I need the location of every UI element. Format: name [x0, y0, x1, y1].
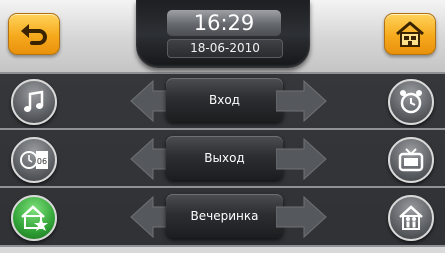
scenario-row-2: 06 Выход: [0, 131, 445, 187]
next-arrow[interactable]: [276, 137, 328, 181]
scenario-button-party[interactable]: Вечеринка: [166, 194, 283, 238]
row-divider: [0, 186, 445, 188]
tv-button[interactable]: [388, 137, 434, 183]
scenario-button-enter[interactable]: Вход: [166, 78, 283, 122]
tv-icon: [398, 148, 424, 172]
music-button[interactable]: [11, 79, 57, 125]
date-display: 18-06-2010: [167, 39, 283, 58]
party-scenario-active-button[interactable]: [11, 195, 57, 241]
music-note-icon: [24, 90, 44, 112]
back-button[interactable]: [8, 13, 60, 55]
bottom-strip: [0, 247, 445, 253]
home-icon: [396, 21, 424, 47]
scenario-button-exit[interactable]: Выход: [166, 136, 283, 180]
house-people-icon: [399, 205, 423, 230]
alarm-clock-icon: [400, 90, 422, 114]
row-divider: [0, 128, 445, 130]
calendar-day-label: 06: [37, 157, 47, 166]
next-arrow[interactable]: [276, 79, 328, 123]
back-arrow-icon: [21, 24, 47, 45]
screen: 16:29 18-06-2010 Вход 06 Выход Вечеринка: [0, 0, 445, 253]
scenario-row-1: Вход: [0, 73, 445, 129]
clock-calendar-icon: 06: [20, 151, 48, 169]
next-arrow[interactable]: [276, 195, 328, 239]
time-display: 16:29: [167, 10, 281, 36]
clock-panel: 16:29 18-06-2010: [136, 0, 310, 68]
home-button[interactable]: [384, 13, 436, 55]
schedule-button[interactable]: 06: [11, 137, 57, 183]
alarm-button[interactable]: [388, 79, 434, 125]
home-star-icon: [21, 205, 48, 231]
house-people-button[interactable]: [388, 195, 434, 241]
scenario-row-3: Вечеринка: [0, 189, 445, 245]
